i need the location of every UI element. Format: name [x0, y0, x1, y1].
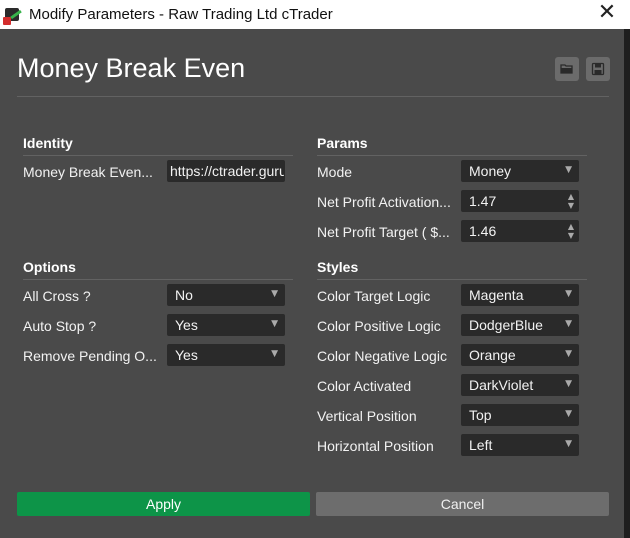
color-positive-dropdown[interactable]: DodgerBlue ▼: [461, 314, 579, 336]
param-row-net-profit-activation: Net Profit Activation... 1.47 ▲ ▼: [317, 186, 587, 216]
styles-section-title: Styles: [317, 258, 587, 280]
url-text-input[interactable]: https://ctrader.guru: [167, 160, 285, 182]
dropdown-value: Yes: [175, 317, 198, 333]
chevron-down-icon: ▼: [271, 289, 278, 299]
modify-parameters-window: Modify Parameters - Raw Trading Ltd cTra…: [0, 0, 630, 538]
param-label: Horizontal Position: [317, 438, 434, 454]
chevron-down-icon: ▼: [565, 349, 572, 359]
params-section: Params Mode Money ▼ Net Profit Activatio…: [317, 134, 587, 246]
color-activated-dropdown[interactable]: DarkViolet ▼: [461, 374, 579, 396]
styles-section: Styles Color Target Logic Magenta ▼ Colo…: [317, 258, 587, 460]
chevron-down-icon: ▼: [271, 349, 278, 359]
option-row-remove-pending: Remove Pending O... Yes ▼: [23, 340, 293, 370]
style-row-color-target: Color Target Logic Magenta ▼: [317, 280, 587, 310]
param-row-mode: Mode Money ▼: [317, 156, 587, 186]
remove-pending-dropdown[interactable]: Yes ▼: [167, 344, 285, 366]
window-title: Modify Parameters - Raw Trading Ltd cTra…: [29, 6, 333, 23]
param-label: Vertical Position: [317, 408, 417, 424]
stepper-value: 1.46: [469, 223, 497, 239]
dropdown-value: DarkViolet: [469, 377, 534, 393]
param-label: Remove Pending O...: [23, 348, 157, 364]
save-preset-button[interactable]: [586, 57, 610, 81]
option-row-all-cross: All Cross ? No ▼: [23, 280, 293, 310]
options-section-title: Options: [23, 258, 293, 280]
dropdown-value: Money: [469, 163, 512, 179]
identity-row: Money Break Even... https://ctrader.guru: [23, 156, 293, 186]
chevron-down-icon: ▼: [271, 319, 278, 329]
style-row-color-activated: Color Activated DarkViolet ▼: [317, 370, 587, 400]
param-label: Net Profit Target ( $...: [317, 224, 450, 240]
url-value: https://ctrader.guru: [170, 163, 284, 179]
header-toolbar: [555, 57, 610, 81]
mode-dropdown[interactable]: Money ▼: [461, 160, 579, 182]
spin-arrows-icon[interactable]: ▲ ▼: [568, 192, 574, 210]
page-title: Money Break Even: [17, 53, 246, 83]
param-label: Color Negative Logic: [317, 348, 447, 364]
chevron-down-icon: ▼: [565, 165, 572, 175]
dropdown-value: Magenta: [469, 287, 524, 303]
dropdown-value: DodgerBlue: [469, 317, 543, 333]
option-row-auto-stop: Auto Stop ? Yes ▼: [23, 310, 293, 340]
param-label: All Cross ?: [23, 288, 91, 304]
ctrader-app-icon: [3, 5, 23, 25]
options-section: Options All Cross ? No ▼ Auto Stop ? Yes…: [23, 258, 293, 370]
window-edge: [624, 29, 630, 538]
close-button[interactable]: ✕: [596, 2, 618, 25]
param-label: Money Break Even...: [23, 164, 153, 180]
style-row-horizontal-position: Horizontal Position Left ▼: [317, 430, 587, 460]
param-label: Color Activated: [317, 378, 412, 394]
dropdown-value: Yes: [175, 347, 198, 363]
chevron-down-icon: ▼: [565, 409, 572, 419]
vertical-position-dropdown[interactable]: Top ▼: [461, 404, 579, 426]
param-label: Auto Stop ?: [23, 318, 97, 334]
params-section-title: Params: [317, 134, 587, 156]
header-divider: [17, 96, 609, 97]
chevron-down-icon: ▼: [565, 289, 572, 299]
style-row-color-negative: Color Negative Logic Orange ▼: [317, 340, 587, 370]
color-target-dropdown[interactable]: Magenta ▼: [461, 284, 579, 306]
dropdown-value: Top: [469, 407, 492, 423]
apply-button[interactable]: Apply: [17, 492, 310, 516]
cancel-button[interactable]: Cancel: [316, 492, 609, 516]
stepper-value: 1.47: [469, 193, 497, 209]
chevron-down-icon: ▼: [565, 439, 572, 449]
style-row-vertical-position: Vertical Position Top ▼: [317, 400, 587, 430]
save-icon: [591, 62, 605, 76]
identity-section: Identity Money Break Even... https://ctr…: [23, 134, 293, 186]
color-negative-dropdown[interactable]: Orange ▼: [461, 344, 579, 366]
net-profit-activation-stepper[interactable]: 1.47 ▲ ▼: [461, 190, 579, 212]
title-bar: Modify Parameters - Raw Trading Ltd cTra…: [0, 0, 630, 29]
dropdown-value: Left: [469, 437, 493, 453]
param-label: Net Profit Activation...: [317, 194, 451, 210]
param-label: Mode: [317, 164, 353, 180]
auto-stop-dropdown[interactable]: Yes ▼: [167, 314, 285, 336]
all-cross-dropdown[interactable]: No ▼: [167, 284, 285, 306]
param-row-net-profit-target: Net Profit Target ( $... 1.46 ▲ ▼: [317, 216, 587, 246]
dropdown-value: Orange: [469, 347, 516, 363]
param-label: Color Positive Logic: [317, 318, 441, 334]
chevron-down-icon: ▼: [565, 379, 572, 389]
folder-open-icon: [560, 64, 573, 74]
spin-arrows-icon[interactable]: ▲ ▼: [568, 222, 574, 240]
param-label: Color Target Logic: [317, 288, 431, 304]
net-profit-target-stepper[interactable]: 1.46 ▲ ▼: [461, 220, 579, 242]
load-preset-button[interactable]: [555, 57, 579, 81]
dropdown-value: No: [175, 287, 193, 303]
horizontal-position-dropdown[interactable]: Left ▼: [461, 434, 579, 456]
chevron-down-icon: ▼: [565, 319, 572, 329]
identity-section-title: Identity: [23, 134, 293, 156]
style-row-color-positive: Color Positive Logic DodgerBlue ▼: [317, 310, 587, 340]
